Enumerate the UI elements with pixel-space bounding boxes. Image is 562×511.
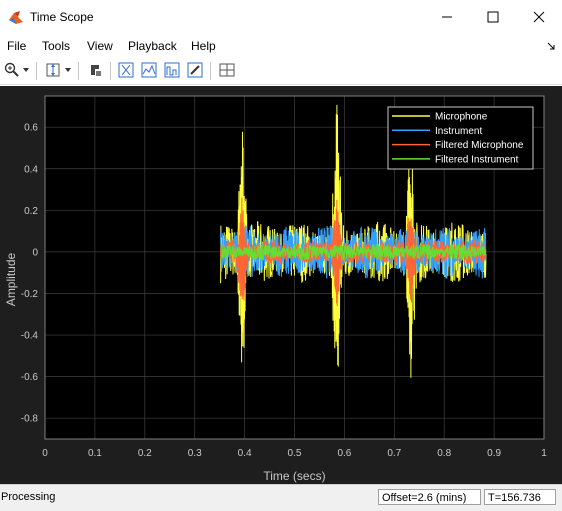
y-tick-label: 0: [32, 247, 38, 258]
menu-help[interactable]: Help: [191, 39, 216, 53]
menu-tools[interactable]: Tools: [42, 39, 70, 53]
minimize-button[interactable]: [424, 0, 470, 34]
zoom-dropdown[interactable]: [21, 61, 31, 79]
x-tick-label: 1: [541, 448, 547, 459]
legend-label: Microphone: [435, 112, 488, 123]
cursor-button[interactable]: [86, 61, 104, 79]
x-tick-label: 0.3: [188, 448, 202, 459]
menu-view[interactable]: View: [87, 39, 113, 53]
y-tick-label: -0.6: [21, 372, 39, 383]
zoom-icon: [4, 62, 19, 77]
y-tick-label: 0.6: [24, 123, 38, 134]
minimize-icon: [442, 16, 452, 18]
y-tick-label: 0.4: [24, 164, 38, 175]
matlab-icon: [9, 11, 23, 24]
x-tick-label: 0.7: [387, 448, 401, 459]
maximize-icon: [487, 11, 499, 23]
legend-label: Filtered Instrument: [435, 154, 519, 165]
status-text: Processing: [1, 491, 56, 503]
title-bar: Time Scope: [0, 0, 562, 34]
x-tick-label: 0.9: [487, 448, 501, 459]
x-tick-label: 0.4: [238, 448, 252, 459]
toolbar: [0, 58, 562, 85]
x-tick-label: 0.1: [88, 448, 102, 459]
cursor-icon: [91, 65, 101, 76]
x-tick-label: 0: [42, 448, 48, 459]
autoscale-dropdown[interactable]: [63, 61, 73, 79]
chevron-down-icon: [65, 68, 71, 72]
offset-readout: Offset=2.6 (mins): [378, 489, 481, 505]
maximize-button[interactable]: [470, 0, 516, 34]
y-tick-label: -0.2: [21, 289, 39, 300]
layout-icon: [219, 63, 235, 77]
layout-button[interactable]: [218, 61, 236, 79]
peak-finder-button[interactable]: [163, 61, 181, 79]
edit-icon: [187, 62, 203, 78]
trigger-icon: [118, 62, 134, 78]
menu-file[interactable]: File: [7, 39, 26, 53]
status-bar: Processing Offset=2.6 (mins) T=156.736: [0, 484, 562, 511]
x-tick-label: 0.8: [437, 448, 451, 459]
measurement-icon: [141, 62, 157, 78]
legend-label: Instrument: [435, 126, 482, 137]
y-axis-label: Amplitude: [4, 253, 18, 307]
chevron-down-icon: [23, 68, 29, 72]
menu-bar: File Tools View Playback Help: [0, 36, 562, 56]
peak-finder-icon: [164, 62, 180, 78]
y-tick-label: -0.8: [21, 414, 39, 425]
x-axis-label: Time (secs): [263, 469, 325, 483]
separator: [110, 62, 111, 80]
x-tick-label: 0.6: [337, 448, 351, 459]
y-tick-label: 0.2: [24, 206, 38, 217]
menu-playback[interactable]: Playback: [128, 39, 177, 53]
scope-display: 0 0.1 0.2 0.3 0.4 0.5 0.6 0.7 0.8 0.9 1 0.6 0.4 0.2 0 -…: [0, 86, 562, 484]
time-readout: T=156.736: [484, 489, 556, 505]
x-tick-label: 0.2: [138, 448, 152, 459]
close-icon: [533, 11, 545, 23]
dock-arrow-icon[interactable]: [546, 41, 556, 51]
separator: [78, 62, 79, 80]
signal-stats-button[interactable]: [140, 61, 158, 79]
edit-button[interactable]: [186, 61, 204, 79]
autoscale-button[interactable]: [44, 61, 62, 79]
separator: [36, 62, 37, 80]
legend-label: Filtered Microphone: [435, 140, 524, 151]
trigger-button[interactable]: [117, 61, 135, 79]
close-button[interactable]: [516, 0, 562, 34]
separator: [210, 62, 211, 80]
y-tick-label: -0.4: [21, 331, 39, 342]
zoom-button[interactable]: [3, 61, 21, 79]
x-tick-label: 0.5: [288, 448, 302, 459]
time-scope-plot[interactable]: 0 0.1 0.2 0.3 0.4 0.5 0.6 0.7 0.8 0.9 1 0.6 0.4 0.2 0 -…: [0, 86, 562, 484]
autoscale-icon: [46, 63, 60, 77]
window-title: Time Scope: [30, 10, 94, 24]
